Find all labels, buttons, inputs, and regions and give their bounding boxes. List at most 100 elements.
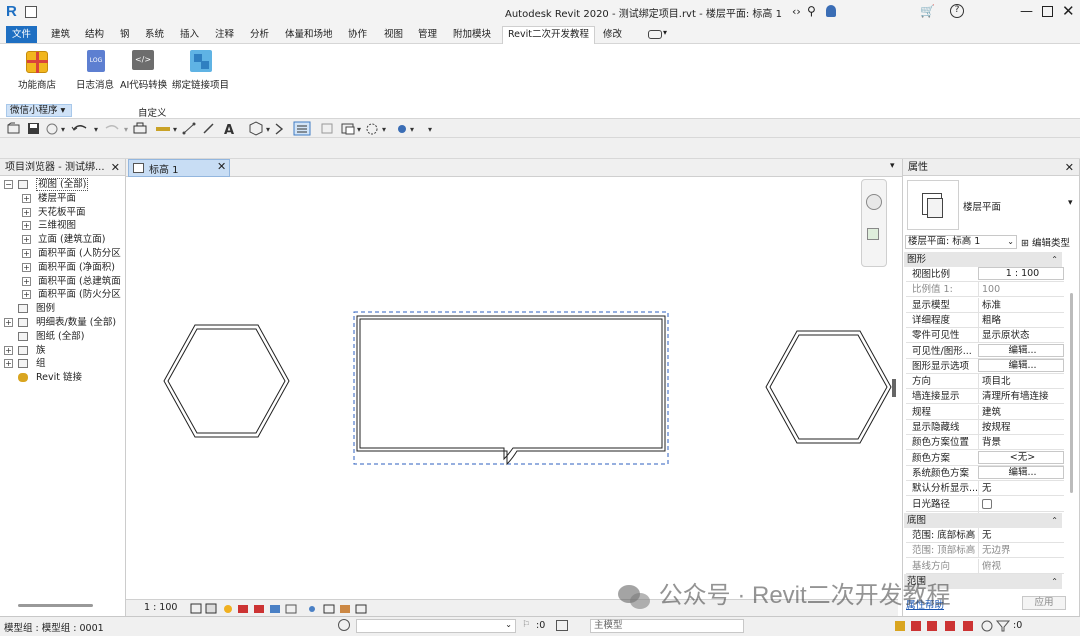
log-messages-button[interactable]: 日志消息 (76, 77, 114, 91)
expand-icon[interactable]: + (22, 290, 31, 300)
tab-structure[interactable]: 结构 (85, 27, 104, 43)
property-row[interactable]: 默认分析显示... 无 (906, 481, 1064, 497)
expand-icon[interactable]: + (22, 235, 31, 245)
drawing-canvas[interactable] (126, 177, 902, 599)
zoom-icon[interactable] (867, 228, 879, 240)
property-row[interactable]: 零件可见性 显示原状态 (906, 328, 1064, 344)
expand-icon[interactable]: + (4, 345, 13, 355)
tab-collaborate[interactable]: 协作 (348, 27, 367, 43)
help-icon[interactable]: ? (950, 4, 964, 18)
canvas-scrollbar[interactable] (892, 379, 896, 397)
ai-code-convert-button[interactable]: AI代码转换 (120, 77, 167, 91)
reveal-hidden-icon[interactable] (323, 604, 335, 614)
3d-view-icon[interactable] (249, 121, 263, 136)
code-convert-icon[interactable]: </> (132, 50, 154, 70)
gift-store-icon[interactable] (26, 51, 48, 73)
close-icon[interactable]: ✕ (111, 159, 120, 176)
property-value[interactable]: 编辑... (978, 358, 1064, 372)
tab-addins[interactable]: 附加模块 (453, 27, 491, 43)
apply-button[interactable]: 应用 (1022, 596, 1066, 610)
design-options-icon[interactable] (556, 620, 568, 631)
revit-logo[interactable]: R (6, 4, 20, 20)
property-value[interactable]: <无> (978, 450, 1064, 464)
wechat-panel-dropdown[interactable]: 微信小程序 ▾ (6, 104, 72, 117)
property-row[interactable]: 墙连接显示 清理所有墙连接 (906, 389, 1064, 405)
close-button[interactable]: ✕ (1062, 2, 1075, 20)
constraints-icon[interactable] (355, 604, 367, 614)
show-crop-icon[interactable] (285, 604, 297, 614)
property-row[interactable]: 视图比例 1 : 100 (906, 267, 1064, 282)
property-row[interactable]: 范围: 底部标高无 (906, 528, 1064, 543)
minimize-button[interactable]: — (1020, 4, 1033, 19)
switch-windows-icon[interactable] (341, 123, 355, 135)
maximize-button[interactable] (1042, 6, 1053, 17)
expand-icon[interactable]: + (22, 249, 31, 258)
browser-scrollbar[interactable] (18, 604, 93, 607)
property-row[interactable]: 显示隐藏线 按规程 (906, 420, 1064, 435)
search-arrows-icon[interactable]: ‹› (792, 5, 801, 18)
section-icon[interactable] (275, 123, 284, 135)
settings-icon[interactable] (366, 123, 378, 135)
print-icon[interactable] (133, 122, 147, 134)
close-icon[interactable]: ✕ (1065, 159, 1074, 176)
tab-annotate[interactable]: 注释 (215, 27, 234, 43)
workset-icon[interactable] (338, 619, 350, 631)
cart-icon[interactable]: 🛒 (920, 4, 935, 18)
expand-icon[interactable]: + (22, 207, 31, 217)
tab-analyze[interactable]: 分析 (250, 27, 269, 43)
property-value[interactable]: 编辑... (978, 343, 1064, 357)
view-tab[interactable]: 标高 1 ✕ (128, 159, 230, 177)
property-row[interactable]: 范围: 顶部标高 无边界 (906, 543, 1064, 559)
sun-path-checkbox[interactable] (982, 498, 992, 509)
tab-steel[interactable]: 钢 (120, 27, 130, 43)
hexagon-left[interactable] (163, 324, 290, 438)
group-underlay[interactable]: 底图 ⌃ (904, 513, 1062, 528)
property-value[interactable]: 编辑... (978, 465, 1064, 479)
hexagon-right[interactable] (765, 330, 892, 444)
undo-icon[interactable] (71, 125, 87, 131)
property-row[interactable]: 日光路径 (906, 496, 1064, 514)
expand-icon[interactable]: + (22, 276, 31, 286)
expand-icon[interactable]: + (4, 318, 13, 327)
tab-massing-site[interactable]: 体量和场地 (285, 27, 333, 43)
background-process-icon[interactable] (981, 620, 993, 632)
thin-lines-icon[interactable] (293, 121, 311, 136)
tab-view[interactable]: 视图 (384, 27, 403, 43)
aligned-dimension-icon[interactable] (182, 122, 196, 135)
tab-manage[interactable]: 管理 (418, 27, 437, 43)
tag-icon[interactable] (203, 123, 214, 134)
design-option-dropdown[interactable]: 主模型 (590, 619, 744, 633)
expand-icon[interactable]: + (22, 221, 31, 231)
select-underlay-icon[interactable] (911, 621, 921, 631)
select-face-icon[interactable] (945, 621, 955, 631)
select-pinned-icon[interactable] (927, 621, 937, 631)
steering-wheel-icon[interactable] (866, 194, 882, 210)
detail-level-icon[interactable] (190, 603, 202, 614)
save-icon[interactable] (28, 123, 39, 134)
measure-icon[interactable] (156, 127, 170, 131)
model-group[interactable] (353, 311, 669, 466)
tab-modify[interactable]: 修改 (603, 27, 622, 43)
close-icon[interactable]: ✕ (217, 160, 226, 173)
property-row[interactable]: 可见性/图形... 编辑... (906, 343, 1064, 359)
visual-style-icon[interactable] (205, 603, 217, 614)
property-checkbox[interactable] (978, 496, 1064, 514)
bind-link-icon[interactable] (190, 50, 212, 72)
chevron-down-icon[interactable]: ▾ (663, 28, 667, 37)
crop-view-icon[interactable] (270, 605, 280, 613)
expand-icon[interactable]: + (4, 359, 13, 369)
navigation-bar[interactable] (861, 179, 887, 267)
property-row[interactable]: 规程 建筑 (906, 404, 1064, 420)
bind-link-project-button[interactable]: 绑定链接项目 (172, 77, 229, 91)
filter-icon[interactable] (995, 620, 1011, 632)
properties-scrollbar[interactable] (1066, 253, 1078, 593)
redo-icon[interactable] (105, 125, 119, 130)
select-icon[interactable] (398, 125, 406, 133)
tab-insert[interactable]: 插入 (180, 27, 199, 43)
open-icon[interactable] (7, 122, 20, 134)
type-selector-arrow[interactable]: ▾ (1068, 198, 1073, 208)
close-hidden-icon[interactable] (321, 123, 333, 134)
temp-hide-icon[interactable] (309, 606, 315, 612)
property-row[interactable]: 比例值 1: 100 (906, 282, 1064, 298)
property-row[interactable]: 图形显示选项 编辑... (906, 358, 1064, 374)
